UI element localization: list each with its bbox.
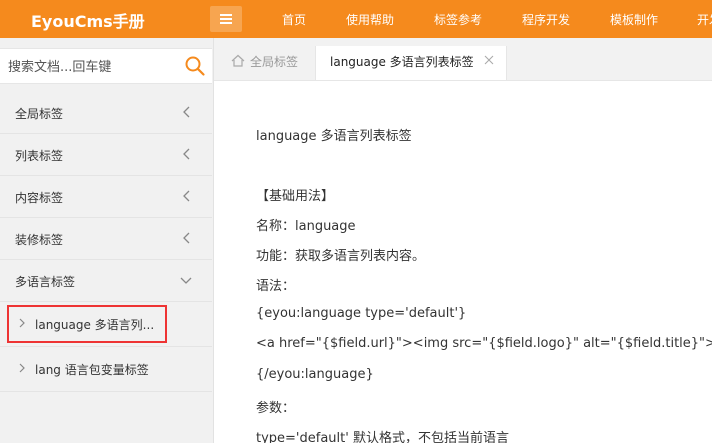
nav-item-more[interactable]: 开发 [697,11,712,28]
search-box [0,48,212,84]
chevron-left-icon [183,148,190,160]
sidebar-item-label: 全局标签 [15,107,64,121]
chevron-down-icon [180,277,192,284]
search-input[interactable] [6,56,180,78]
sidebar-item-multilang-tags[interactable]: 多语言标签 [0,260,212,302]
tab-language-active[interactable]: language 多语言列表标签 [315,46,507,80]
search-icon[interactable] [184,55,206,77]
home-icon [231,54,245,67]
doc-content: language 多语言列表标签 【基础用法】 名称：language 功能：获… [214,81,712,443]
sidebar-item-global-tags[interactable]: 全局标签 [0,92,212,134]
doc-line-params: 参数： [256,401,296,416]
sidebar-item-content-tags[interactable]: 内容标签 [0,176,212,218]
nav-item-dev[interactable]: 程序开发 [522,11,570,28]
doc-line-param-type: type='default' 默认格式，不包括当前语言 [256,431,509,443]
app-logo[interactable]: EyouCms手册 [31,8,145,32]
chevron-right-icon [19,363,25,373]
nav-item-help[interactable]: 使用帮助 [346,11,394,28]
nav-item-home[interactable]: 首页 [282,11,306,28]
sidebar-item-decoration-tags[interactable]: 装修标签 [0,218,212,260]
top-header: EyouCms手册 首页 使用帮助 标签参考 程序开发 模板制作 开发 [0,0,712,38]
doc-line-syntax: 语法： [256,279,296,294]
tab-label: 全局标签 [250,55,299,69]
chevron-left-icon [183,190,190,202]
chevron-left-icon [183,106,190,118]
nav-item-tags[interactable]: 标签参考 [434,11,482,28]
doc-line-function: 功能：获取多语言列表内容。 [256,249,426,264]
sidebar-subitem-label: lang 语言包变量标签 [35,363,149,377]
nav-item-templates[interactable]: 模板制作 [610,11,658,28]
tab-global-tags[interactable]: 全局标签 [222,46,314,80]
sidebar-item-list-tags[interactable]: 列表标签 [0,134,212,176]
doc-title: language 多语言列表标签 [256,129,412,144]
menu-toggle-button[interactable] [210,6,242,32]
code-line: {eyou:language type='default'} [256,306,467,321]
tab-label: language 多语言列表标签 [330,55,474,69]
sidebar-subitem-lang[interactable]: lang 语言包变量标签 [0,347,212,392]
hamburger-icon [220,14,232,24]
section-heading: 【基础用法】 [256,189,335,204]
sidebar-item-label: 列表标签 [15,149,64,163]
sidebar-item-label: 装修标签 [15,233,64,247]
code-line: {/eyou:language} [256,367,374,382]
sidebar-item-label: 内容标签 [15,191,64,205]
sidebar: 全局标签 列表标签 内容标签 装修标签 多语言标签 language 多语言列.… [0,38,214,443]
doc-line-name: 名称：language [256,219,356,234]
tab-bar: 全局标签 language 多语言列表标签 [214,38,712,81]
chevron-left-icon [183,232,190,244]
sidebar-item-label: 多语言标签 [15,275,76,289]
selection-highlight-box [7,305,167,343]
code-line: <a href="{$field.url}"><img src="{$field… [256,336,712,351]
close-icon[interactable] [484,55,494,65]
